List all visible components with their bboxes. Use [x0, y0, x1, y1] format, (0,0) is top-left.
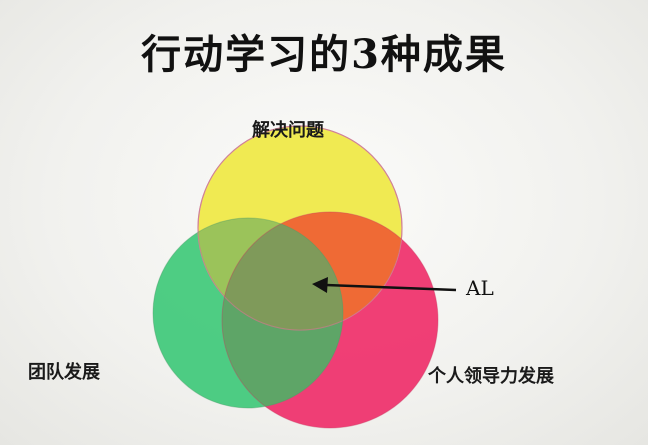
label-problem-solving: 解决问题: [252, 120, 324, 141]
label-leadership-development: 个人领导力发展: [428, 366, 554, 387]
label-team-development: 团队发展: [28, 362, 100, 383]
slide-background: 行动学习的3种成果 解决问题 团队发展 个人领导力发展 AL: [0, 0, 648, 445]
label-al: AL: [466, 276, 494, 300]
